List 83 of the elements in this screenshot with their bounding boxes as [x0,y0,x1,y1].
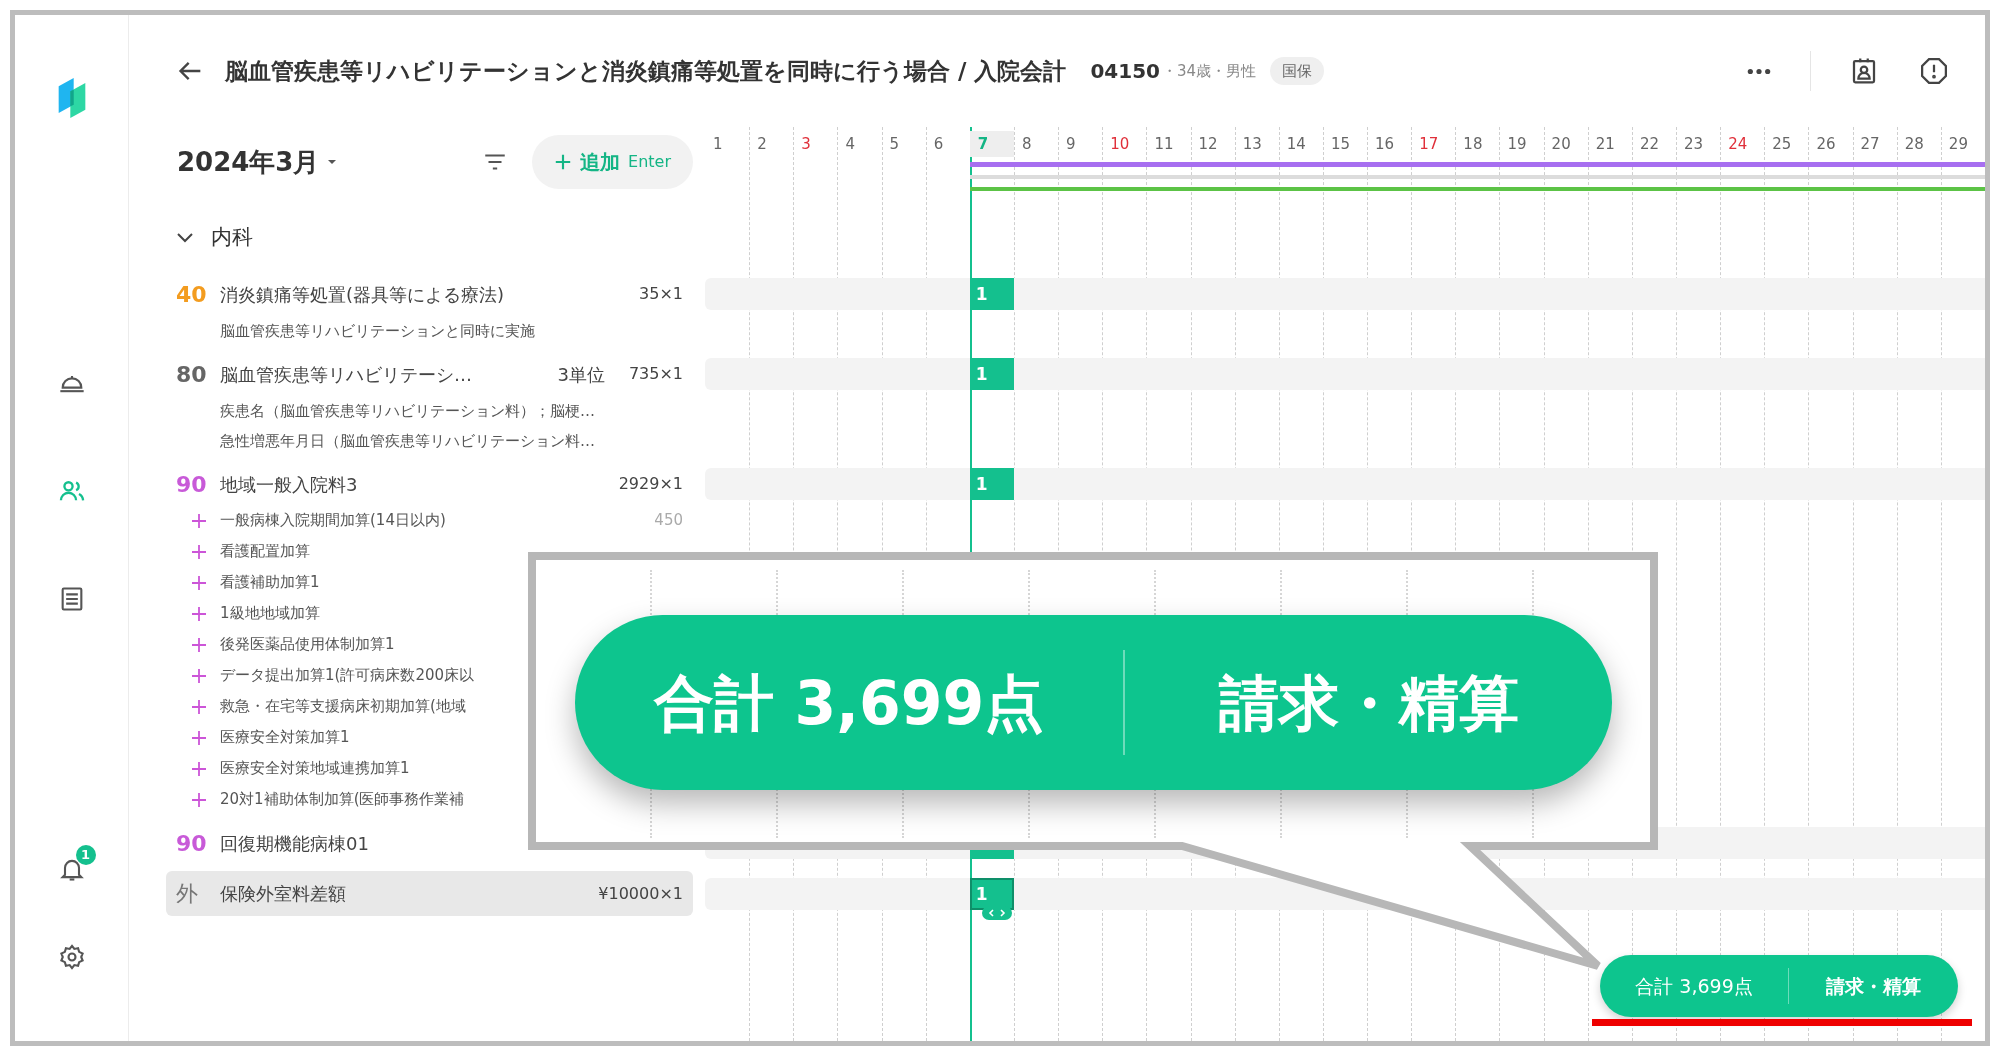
item-amount: ¥10000×1 [598,882,683,905]
day-label[interactable]: 21 [1587,131,1632,157]
zoomed-total-label: 合計 3,699点 [652,666,1046,740]
day-label[interactable]: 29 [1940,131,1985,157]
addition-name: 一般病棟入院期間加算(14日以内) [220,510,446,532]
notification-badge: 1 [75,845,96,865]
day-label[interactable]: 18 [1455,131,1500,157]
chevron-icon [177,232,193,243]
month-selector[interactable]: 2024年3月 [177,142,338,182]
plus-icon [192,699,206,714]
day-label[interactable]: 1 [705,131,750,157]
caret-icon [327,159,338,165]
item-code: 90 [176,829,208,858]
addition-name: 医療安全対策加算1 [220,727,350,749]
addition-name: 20対1補助体制加算(医師事務作業補 [220,789,465,811]
page-title: 脳血管疾患等リハビリテーションと消炎鎮痛等処置を同時に行う場合 / 入院会計 [225,56,1067,86]
item-code: 40 [176,280,208,309]
day-label[interactable]: 23 [1676,131,1721,157]
item-note: 急性増悪年月日（脳血管疾患等リハビリテーション料… [219,430,595,452]
plus-icon [192,606,206,621]
day-label[interactable]: 4 [837,131,882,157]
item-note: 脳血管疾患等リハビリテーションと同時に実施 [219,320,535,342]
day-label[interactable]: 16 [1367,131,1412,157]
day-label[interactable]: 8 [1013,131,1059,157]
item-code: 90 [176,470,208,499]
plus-icon [192,544,206,559]
plus-icon [192,513,206,528]
day-label[interactable]: 20 [1543,131,1588,157]
day-label[interactable]: 15 [1322,131,1368,157]
day-label[interactable]: 28 [1896,131,1941,157]
alert-icon[interactable] [1919,56,1949,86]
day-label[interactable]: 13 [1234,131,1279,157]
day-label[interactable]: 19 [1499,131,1544,157]
addition-name: 看護配置加算 [220,541,310,563]
more-button[interactable] [1746,66,1772,76]
day-label[interactable]: 17 [1411,131,1456,157]
plus-icon [192,668,206,683]
item-code: 外 [176,880,199,908]
item-name: 保険外室料差額 [220,882,346,906]
day-label[interactable]: 22 [1631,131,1677,157]
day-label[interactable]: 26 [1808,131,1853,157]
day-label[interactable]: 6 [925,131,970,157]
plus-icon [192,761,206,776]
item-note: 疾患名（脳血管疾患等リハビリテーション料）；脳梗… [219,400,595,422]
item-amount: 35×1 [639,283,683,305]
plus-icon [192,637,206,652]
section-toggle[interactable]: 内科 [177,221,253,254]
item-code: 80 [176,360,208,389]
item-amount: 735×1 [628,363,683,385]
day-label[interactable]: 10 [1102,131,1147,157]
day-label[interactable]: 5 [881,131,926,157]
zoomed-billing-label: 請求・精算 [1217,666,1520,740]
addition-points: 450 [654,510,683,532]
addition-name: 後発医薬品使用体制加算1 [220,634,395,656]
day-label[interactable]: 3 [793,131,838,157]
selected-row[interactable]: 外 保険外室料差額 ¥10000×1 [166,871,693,916]
day-label[interactable]: 12 [1190,131,1235,157]
addition-name: データ提出加算1(許可病床数200床以 [220,665,475,687]
addition-name: 救急・在宅等支援病床初期加算(地域 [220,696,466,718]
day-label[interactable]: 9 [1058,131,1103,157]
item-amount: 2929×1 [618,473,683,495]
day-label[interactable]: 25 [1764,131,1809,157]
insurance-badge: 国保 [1270,56,1325,86]
day-label[interactable]: 24 [1720,131,1765,157]
item-name: 地域一般入院料3 [220,472,358,497]
settings-icon[interactable] [57,943,86,971]
addition-name: 看護補助加算1 [220,572,320,594]
plus-icon [554,153,573,171]
item-name: 消炎鎮痛等処置(器具等による療法) [220,282,505,307]
plus-icon [192,730,206,745]
addition-name: 医療安全対策地域連携加算1 [220,758,410,780]
item-name: 回復期機能病棟01 [220,831,369,856]
day-label[interactable]: 14 [1278,131,1323,157]
plus-icon [192,792,206,807]
patient-id: 04150 [1090,58,1160,85]
patient-details: ・34歳・男性 [1162,60,1257,82]
day-label[interactable]: 27 [1852,131,1897,157]
day-label[interactable]: 11 [1146,131,1191,157]
item-unit: 3単位 [557,362,605,387]
addition-name: 1級地地域加算 [220,603,320,625]
item-name: 脳血管疾患等リハビリテーシ… [220,362,472,387]
day-label[interactable]: 2 [749,131,794,157]
plus-icon [192,575,206,590]
